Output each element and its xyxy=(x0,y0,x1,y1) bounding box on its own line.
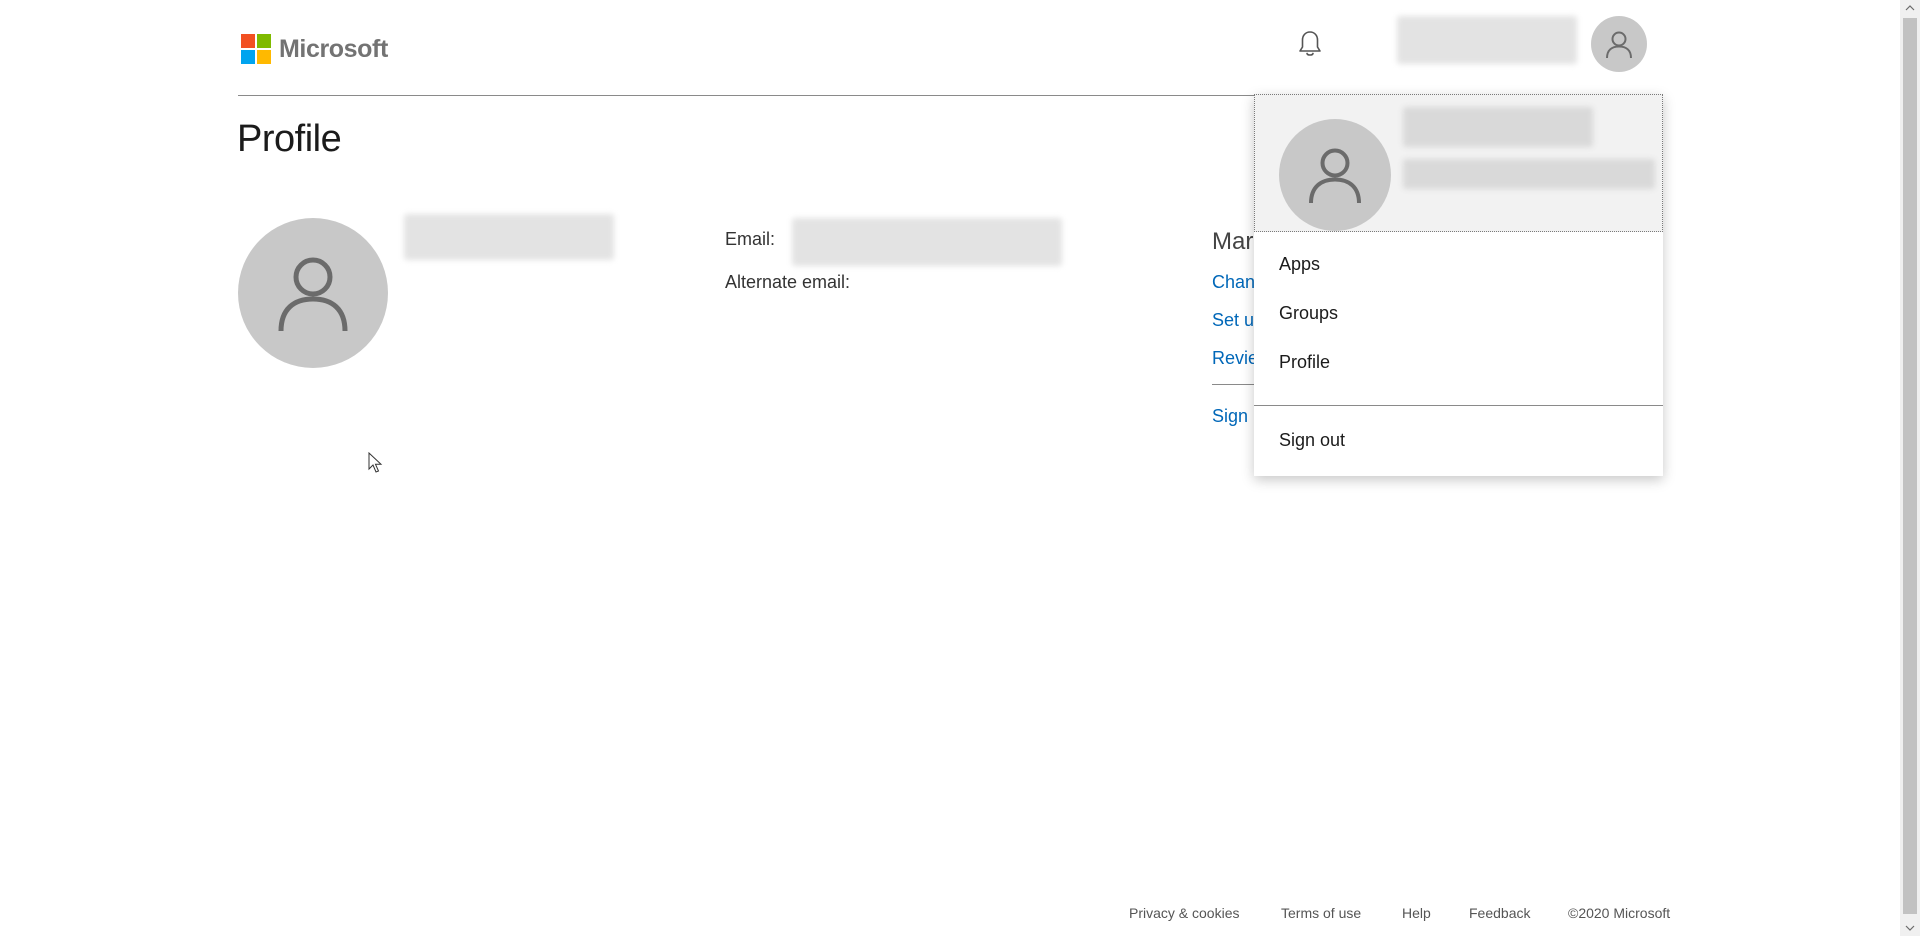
scroll-up-arrow[interactable] xyxy=(1900,0,1920,16)
footer-help-link[interactable]: Help xyxy=(1402,905,1431,921)
chevron-up-icon xyxy=(1905,5,1915,11)
change-password-link[interactable]: Chan xyxy=(1212,272,1254,293)
brand-name: Microsoft xyxy=(279,34,388,63)
chevron-down-icon xyxy=(1905,925,1915,931)
alternate-email-label: Alternate email: xyxy=(725,272,851,292)
microsoft-logo-icon xyxy=(241,34,271,64)
menu-item-groups[interactable]: Groups xyxy=(1279,303,1338,324)
dropdown-account-header[interactable] xyxy=(1254,94,1663,232)
person-icon xyxy=(1309,148,1361,204)
notifications-button[interactable] xyxy=(1294,28,1326,60)
vertical-scrollbar[interactable] xyxy=(1900,0,1920,936)
dropdown-name-redacted xyxy=(1403,107,1593,147)
menu-item-apps[interactable]: Apps xyxy=(1279,254,1320,275)
avatar xyxy=(1591,16,1647,72)
set-up-security-link[interactable]: Set u xyxy=(1212,310,1254,331)
account-name-redacted xyxy=(1397,16,1577,64)
email-value-redacted xyxy=(792,218,1062,266)
person-icon xyxy=(1606,31,1632,59)
bell-icon xyxy=(1299,31,1321,56)
scroll-down-arrow[interactable] xyxy=(1900,920,1920,936)
menu-item-profile[interactable]: Profile xyxy=(1279,352,1330,373)
sign-out-everywhere-link[interactable]: Sign xyxy=(1212,406,1254,427)
person-icon xyxy=(278,257,348,332)
scrollbar-thumb[interactable] xyxy=(1903,18,1917,914)
footer-feedback-link[interactable]: Feedback xyxy=(1469,905,1530,921)
footer-terms-link[interactable]: Terms of use xyxy=(1281,905,1361,921)
account-manager-button[interactable] xyxy=(1373,0,1663,90)
footer-copyright: ©2020 Microsoft xyxy=(1568,905,1671,921)
page-title: Profile xyxy=(237,118,342,160)
mouse-cursor-icon xyxy=(368,452,383,473)
manage-account-heading: Mar xyxy=(1212,228,1254,255)
footer-privacy-link[interactable]: Privacy & cookies xyxy=(1129,905,1239,921)
review-terms-link[interactable]: Revie xyxy=(1212,348,1254,369)
email-label: Email: xyxy=(725,229,776,249)
account-dropdown: Apps Groups Profile Sign out xyxy=(1254,94,1663,476)
manage-divider xyxy=(1212,384,1254,385)
header: Microsoft xyxy=(238,0,1663,96)
microsoft-brand[interactable]: Microsoft xyxy=(241,34,388,64)
profile-name-redacted xyxy=(404,214,614,260)
dropdown-email-redacted xyxy=(1403,159,1655,189)
menu-item-sign-out[interactable]: Sign out xyxy=(1279,430,1345,451)
menu-divider xyxy=(1254,405,1663,406)
page: Microsoft Profile Email: Alternate email… xyxy=(0,0,1920,936)
profile-avatar xyxy=(238,218,388,368)
dropdown-avatar xyxy=(1279,119,1391,231)
